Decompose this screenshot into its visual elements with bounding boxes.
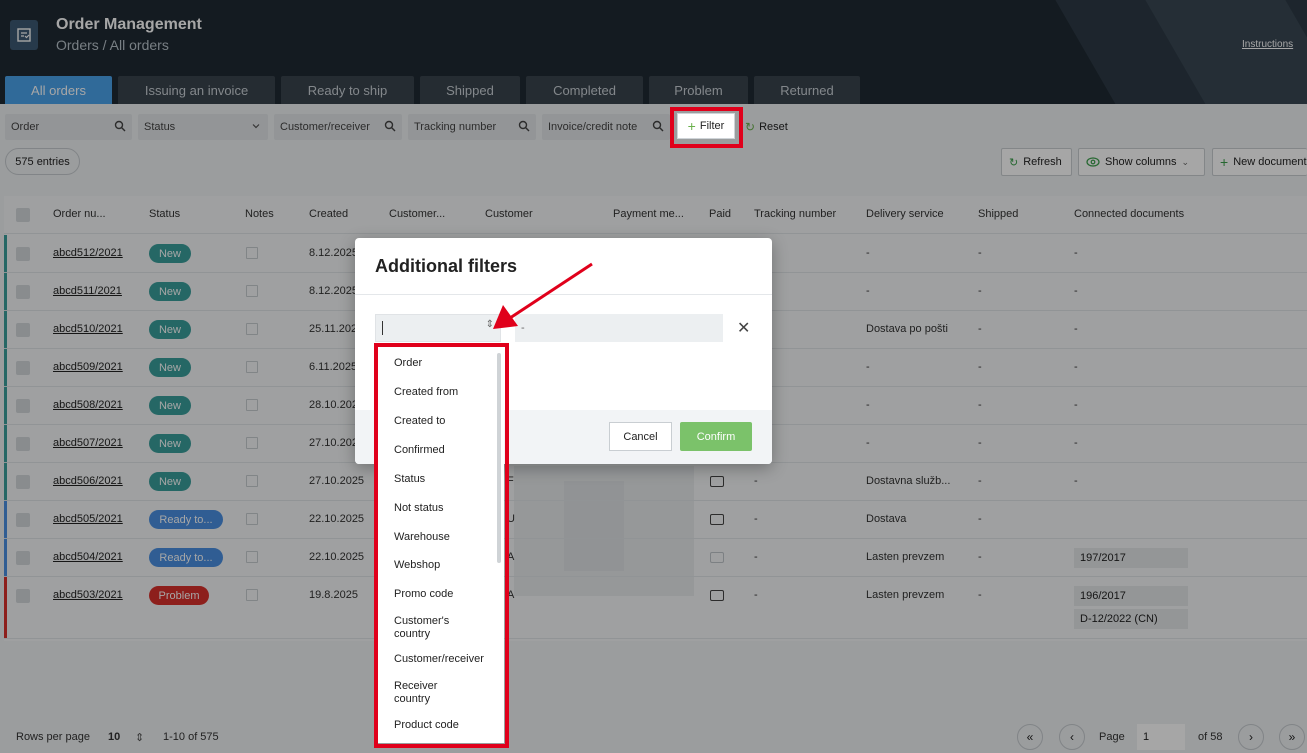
divider [355, 294, 772, 295]
text-caret [382, 321, 383, 335]
filter-value-input[interactable]: - [515, 314, 723, 342]
filter-button-highlighted[interactable]: + Filter [677, 113, 735, 139]
filter-button-label: Filter [699, 120, 725, 132]
remove-filter-icon[interactable]: ✕ [737, 318, 750, 338]
cancel-button[interactable]: Cancel [609, 422, 672, 451]
updown-arrows-icon: ⇕ [485, 319, 494, 330]
plus-icon: + [687, 118, 696, 134]
confirm-button[interactable]: Confirm [680, 422, 752, 451]
dialog-title: Additional filters [375, 256, 518, 276]
filter-field-select[interactable]: ⇕ [375, 314, 501, 342]
annotation-highlight-box [374, 343, 509, 748]
